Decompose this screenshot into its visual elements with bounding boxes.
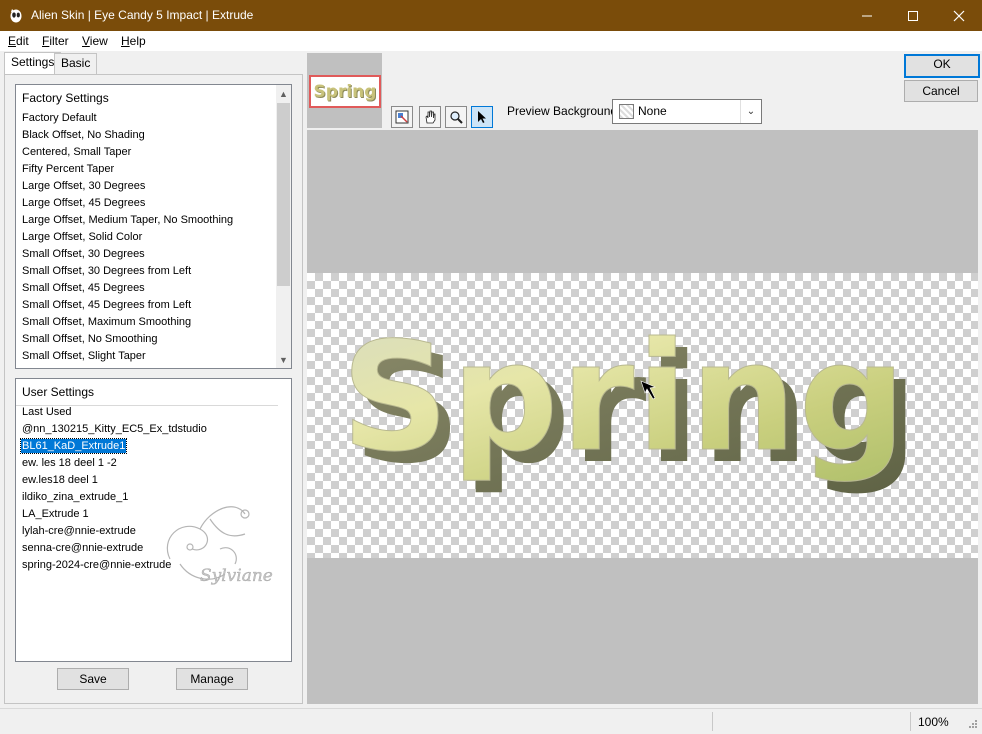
factory-preset-item[interactable]: Small Offset, Maximum Smoothing — [22, 315, 191, 329]
menu-bar: Edit Filter View Help — [0, 31, 982, 51]
sylviane-watermark-logo: Sylviane — [166, 506, 273, 586]
chevron-down-icon: ⌄ — [740, 100, 761, 123]
hand-icon — [425, 110, 436, 124]
cancel-button[interactable]: Cancel — [904, 80, 978, 102]
navigator-viewport[interactable]: Spring — [309, 75, 381, 108]
menu-filter[interactable]: Filter — [42, 34, 69, 48]
arrow-pointer-icon — [478, 111, 486, 123]
user-preset-item[interactable]: BL61_KaD_Extrude1 — [19, 438, 128, 454]
preview-canvas[interactable]: Spring Spring — [307, 130, 978, 704]
thumbnail-text: Spring — [313, 81, 377, 102]
ok-button[interactable]: OK — [904, 54, 980, 78]
factory-preset-item[interactable]: Large Offset, 45 Degrees — [22, 196, 145, 210]
scroll-down-icon[interactable]: ▼ — [276, 352, 291, 367]
minimize-icon — [862, 15, 872, 16]
user-preset-item[interactable]: senna-cre@nnie-extrude — [22, 541, 143, 555]
menu-view[interactable]: View — [82, 34, 108, 48]
preview-background-select[interactable]: None ⌄ — [612, 99, 762, 124]
menu-edit-accel: E — [8, 34, 17, 48]
resize-grip-icon[interactable] — [966, 719, 978, 731]
factory-preset-item[interactable]: Small Offset, 45 Degrees — [22, 281, 145, 295]
menu-view-accel: V — [82, 34, 90, 48]
factory-preset-item[interactable]: Large Offset, 30 Degrees — [22, 179, 145, 193]
close-icon — [953, 10, 965, 21]
status-bar: 100% — [0, 708, 982, 734]
manage-button[interactable]: Manage — [176, 668, 248, 690]
user-preset-item[interactable]: spring-2024-cre@nnie-extrude — [22, 558, 171, 572]
hand-tool[interactable] — [419, 106, 441, 128]
user-preset-item[interactable]: @nn_130215_Kitty_EC5_Ex_tdstudio — [22, 422, 207, 436]
svg-text:Spring: Spring — [341, 311, 908, 485]
user-preset-item[interactable]: LA_Extrude 1 — [22, 507, 89, 521]
menu-edit[interactable]: Edit — [8, 34, 29, 48]
menu-help-label: elp — [129, 34, 146, 48]
factory-preset-item[interactable]: Small Offset, 30 Degrees from Left — [22, 264, 191, 278]
factory-preset-item[interactable]: Small Offset, Slight Taper — [22, 349, 146, 363]
status-divider — [910, 712, 911, 731]
user-settings-list[interactable]: User Settings Last Used @nn_130215_Kitty_… — [15, 378, 292, 662]
user-preset-item[interactable]: lylah-cre@nnie-extrude — [22, 524, 136, 538]
preview-background-label: Preview Background: — [507, 104, 621, 118]
factory-preset-item[interactable]: Large Offset, Medium Taper, No Smoothing — [22, 213, 233, 227]
tab-basic[interactable]: Basic — [54, 53, 98, 74]
factory-scrollbar[interactable]: ▲ ▼ — [276, 85, 291, 368]
preview-background-value: None — [638, 104, 667, 118]
magnifier-icon — [450, 111, 463, 124]
extruded-spring-text: Spring Spring — [341, 311, 918, 498]
alien-skin-app-icon — [10, 9, 22, 23]
factory-preset-item[interactable]: Black Offset, No Shading — [22, 128, 145, 142]
preview-toggle-tool[interactable] — [391, 106, 413, 128]
factory-preset-item[interactable]: Large Offset, Solid Color — [22, 230, 142, 244]
scroll-up-icon[interactable]: ▲ — [276, 86, 291, 101]
menu-help[interactable]: Help — [121, 34, 146, 48]
tab-settings[interactable]: Settings — [4, 52, 62, 74]
scroll-thumb[interactable] — [277, 103, 290, 286]
navigator-thumbnail[interactable]: Spring — [307, 53, 382, 128]
close-button[interactable] — [936, 0, 982, 31]
factory-preset-item[interactable]: Small Offset, No Smoothing — [22, 332, 158, 346]
factory-preset-item[interactable]: Centered, Small Taper — [22, 145, 131, 159]
zoom-tool[interactable] — [445, 106, 467, 128]
preview-compare-icon — [395, 110, 409, 124]
factory-preset-item[interactable]: Fifty Percent Taper — [22, 162, 114, 176]
status-divider — [712, 712, 713, 731]
menu-filter-label: ilter — [49, 34, 69, 48]
menu-help-accel: H — [121, 34, 130, 48]
factory-settings-header: Factory Settings — [22, 91, 109, 105]
minimize-button[interactable] — [844, 0, 890, 31]
user-preset-item[interactable]: ew. les 18 deel 1 -2 — [22, 456, 117, 470]
window-title: Alien Skin | Eye Candy 5 Impact | Extrud… — [31, 8, 254, 22]
pointer-tool[interactable] — [471, 106, 493, 128]
user-preset-item[interactable]: ildiko_zina_extrude_1 — [22, 490, 128, 504]
user-preset-item[interactable]: Last Used — [22, 405, 72, 419]
settings-panel: Factory Settings Factory Default Black Of… — [4, 74, 303, 704]
svg-text:Sylviane: Sylviane — [200, 566, 273, 586]
save-button[interactable]: Save — [57, 668, 129, 690]
zoom-level: 100% — [918, 715, 949, 729]
maximize-icon — [908, 10, 918, 21]
menu-view-label: iew — [89, 34, 108, 48]
menu-edit-label: dit — [16, 34, 29, 48]
user-settings-header: User Settings — [22, 385, 95, 399]
title-bar: Alien Skin | Eye Candy 5 Impact | Extrud… — [0, 0, 982, 31]
maximize-button[interactable] — [890, 0, 936, 31]
factory-settings-list[interactable]: Factory Settings Factory Default Black Of… — [15, 84, 292, 369]
factory-preset-item[interactable]: Small Offset, 30 Degrees — [22, 247, 145, 261]
factory-preset-item[interactable]: Small Offset, 45 Degrees from Left — [22, 298, 191, 312]
factory-preset-item[interactable]: Factory Default — [22, 111, 97, 125]
transparent-swatch-icon — [619, 104, 634, 119]
user-preset-item[interactable]: ew.les18 deel 1 — [22, 473, 98, 487]
